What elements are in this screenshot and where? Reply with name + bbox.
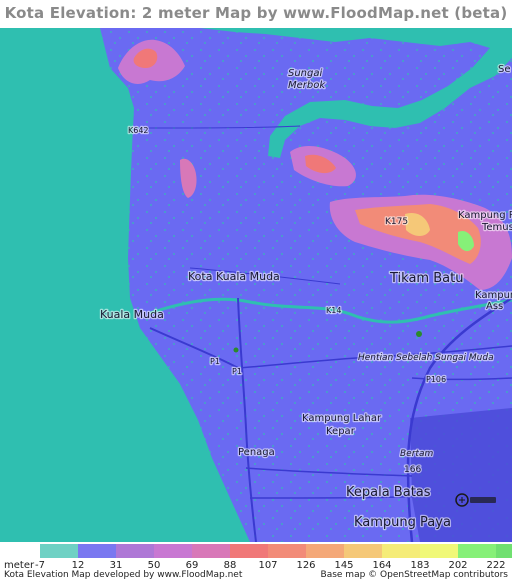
legend-swatch <box>78 544 116 558</box>
label-se: Se <box>498 64 511 75</box>
legend-swatch <box>154 544 192 558</box>
label-kampung-temus-2: Temus <box>481 222 512 233</box>
legend-swatch <box>496 544 512 558</box>
title-bar: Kota Elevation: 2 meter Map by www.Flood… <box>0 0 512 28</box>
legend-swatch <box>382 544 420 558</box>
label-kota-kuala-muda: Kota Kuala Muda <box>188 270 280 283</box>
label-k175: K175 <box>385 217 408 227</box>
label-penaga: Penaga <box>238 447 275 458</box>
label-kampung-paya: Kampung Paya <box>354 515 451 530</box>
label-kepala-batas: Kepala Batas <box>346 485 431 500</box>
legend-swatch <box>344 544 382 558</box>
elevation-map[interactable]: K642 Sungai Merbok K175 Kampung P Temus … <box>0 28 512 542</box>
legend-swatch <box>306 544 344 558</box>
label-merbok: Merbok <box>288 80 326 91</box>
footer-credit: Kota Elevation Map developed by www.Floo… <box>4 570 243 580</box>
location-marker <box>416 331 422 337</box>
label-kampung-lahar-1: Kampung Lahar <box>302 413 382 424</box>
label-kuala-muda: Kuala Muda <box>100 308 164 321</box>
legend-tick-label: 107 <box>258 560 278 571</box>
footer-attribution: Base map © OpenStreetMap contributors <box>320 570 508 580</box>
legend-swatch <box>116 544 154 558</box>
label-kampung-ass-1: Kampun <box>475 290 512 301</box>
label-p1-a: P1 <box>210 357 220 366</box>
legend-tick-label: 126 <box>296 560 316 571</box>
legend-swatch <box>40 544 78 558</box>
label-kampung-lahar-2: Kepar <box>326 426 356 437</box>
label-hentian: Hentian Sebelah Sungai Muda <box>358 353 494 363</box>
label-p1-b: P1 <box>232 367 242 376</box>
label-k642: K642 <box>128 126 149 135</box>
label-bertam: Bertam <box>400 449 433 459</box>
label-p106: P106 <box>426 375 446 384</box>
label-route-166: 166 <box>404 465 421 475</box>
openstreetmap-logo-icon <box>455 493 496 507</box>
legend-swatch <box>192 544 230 558</box>
legend-swatch <box>268 544 306 558</box>
page-title: Kota Elevation: 2 meter Map by www.Flood… <box>4 4 508 22</box>
label-kampung-temus-1: Kampung P <box>458 210 512 221</box>
label-kampung-ass-2: Ass <box>486 301 503 312</box>
legend-color-bar <box>40 544 512 558</box>
label-sungai: Sungai <box>288 68 322 79</box>
legend-swatch <box>458 544 496 558</box>
legend-swatch <box>230 544 268 558</box>
elevation-legend: meter -7 12 31 50 69 88 107 126 145 164 183 202 222 … <box>0 542 512 582</box>
label-tikam-batu: Tikam Batu <box>389 271 463 286</box>
route-marker <box>233 347 239 353</box>
label-k14: K14 <box>326 306 341 315</box>
legend-swatch <box>420 544 458 558</box>
